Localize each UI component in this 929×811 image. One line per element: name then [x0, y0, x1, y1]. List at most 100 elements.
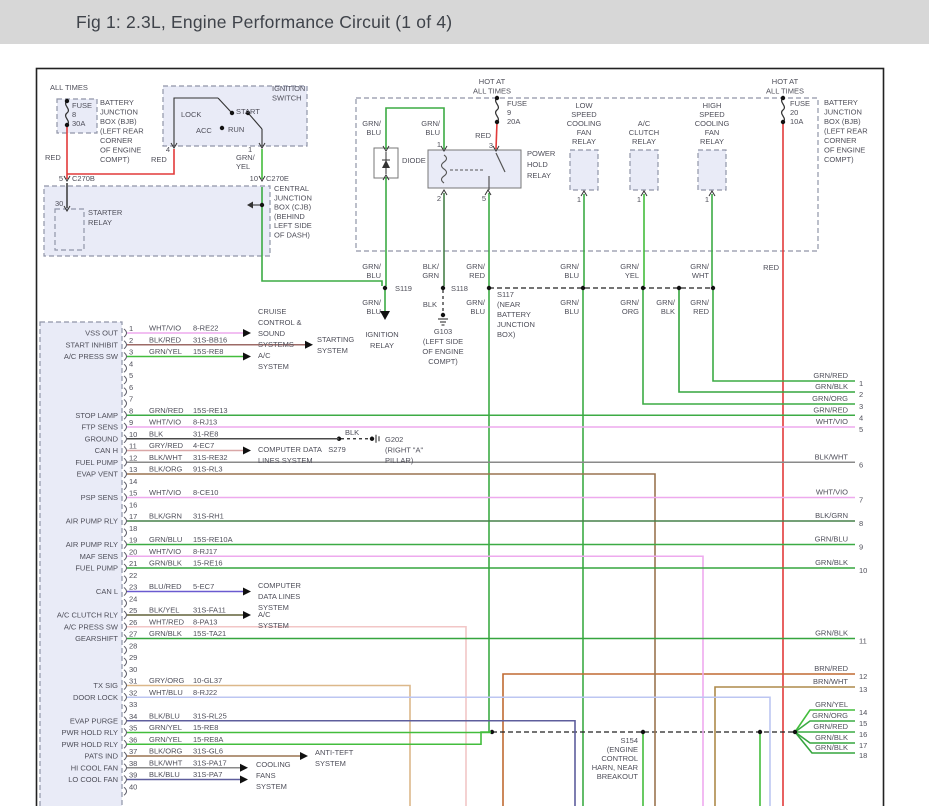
label-hot-at-1: HOT ATALL TIMES — [473, 77, 511, 96]
label-grn-blu-b583-line: GRN/ — [560, 298, 580, 307]
junction-dot — [441, 313, 445, 317]
label-ign-pin4-line: 4 — [166, 145, 170, 154]
connector-row-27: 27GEARSHIFTGRN/BLK15S-TA21 — [75, 629, 855, 643]
junction-dot — [781, 96, 785, 100]
junction-dot — [260, 203, 264, 207]
label-starter-pin30: 30 — [55, 199, 63, 208]
label-ac-system-2: A/CSYSTEM — [258, 610, 289, 630]
right-pin-color-label: GRN/RED — [813, 405, 848, 414]
pin-number: 9 — [129, 418, 133, 427]
pin-number: 26 — [129, 618, 137, 627]
label-grn-blu-b583-line: BLU — [564, 307, 579, 316]
pin-socket-icon — [124, 705, 127, 713]
label-relay-pin1: 1 — [437, 140, 441, 149]
system-arrow-icon — [243, 353, 251, 361]
label-low-pin1: 1 — [577, 195, 581, 204]
label-all-times: ALL TIMES — [50, 83, 88, 92]
wire-color-label: GRN/RED — [149, 406, 184, 415]
pin-signal-label: PSP SENS — [81, 493, 118, 502]
label-fuse20-line: 20 — [790, 108, 798, 117]
right-pin-10: GRN/BLK10 — [815, 558, 867, 575]
pin-signal-label: PWR HOLD RLY — [61, 728, 118, 737]
label-grn-red-b713-line: GRN/ — [690, 298, 710, 307]
right-pin-number: 15 — [859, 719, 867, 728]
pin-socket-icon — [124, 564, 127, 572]
connector-row-31: 31TX SIGGRY/ORG10-GL37 — [93, 676, 410, 806]
label-c270b: C270B — [72, 174, 95, 183]
label-cooling-fans: COOLINGFANSSYSTEM — [256, 760, 291, 791]
junction-dot — [230, 111, 234, 115]
label-diode-line: DIODE — [402, 156, 426, 165]
pin-signal-label: TX SIG — [93, 681, 118, 690]
pin-number: 39 — [129, 771, 137, 780]
label-c270b-pin-line: 5 — [59, 174, 63, 183]
label-g103-line: (LEFT SIDE — [423, 337, 463, 346]
pin-socket-icon — [124, 658, 127, 666]
circuit-code-label: 8-CE10 — [193, 488, 218, 497]
label-power-hold-relay: POWERHOLDRELAY — [527, 149, 556, 180]
label-s119-line: S119 — [395, 284, 412, 293]
label-ac-relay-line: CLUTCH — [629, 128, 659, 137]
pin-socket-icon — [124, 623, 127, 631]
right-pin-color-label: GRN/ORG — [812, 711, 848, 720]
label-power-hold-relay-line: HOLD — [527, 160, 548, 169]
wire-color-label: WHT/BLU — [149, 688, 183, 697]
label-s154-line: BREAKOUT — [597, 772, 639, 781]
wire — [713, 290, 855, 381]
label-g103-line: G103 — [434, 327, 452, 336]
pin-signal-label: START INHIBIT — [65, 340, 118, 349]
label-ac-system-1-line: SYSTEM — [258, 362, 289, 371]
label-grn-blk-b679-line: GRN/ — [656, 298, 676, 307]
wire-color-label: BLK/YEL — [149, 606, 179, 615]
right-pin-number: 14 — [859, 708, 867, 717]
right-pin-number: 9 — [859, 543, 863, 552]
circuit-code-label: 31S-RL25 — [193, 711, 227, 720]
circuit-code-label: 15-RE8A — [193, 735, 223, 744]
pin-socket-icon — [124, 764, 127, 772]
label-hot-at-2: HOT ATALL TIMES — [766, 77, 804, 96]
label-c270e: C270E — [266, 174, 289, 183]
label-cruise-systems: CRUISECONTROL &SOUNDSYSTEMS — [258, 307, 301, 349]
pin-number: 1 — [129, 324, 133, 333]
wire-color-label: BLK/RED — [149, 335, 182, 344]
pin-socket-icon — [124, 458, 127, 466]
label-ac-system-1-line: A/C — [258, 351, 271, 360]
label-grn-yel-a643: GRN/YEL — [620, 262, 640, 280]
label-computer-data-1-line: LINES SYSTEM — [258, 456, 313, 465]
label-s118-line: S118 — [451, 284, 468, 293]
pin-number: 35 — [129, 724, 137, 733]
junction-dot — [781, 120, 785, 124]
label-red-fuse9: RED — [475, 131, 491, 140]
right-pin-color-label: GRN/BLK — [815, 558, 848, 567]
pin-socket-icon — [124, 411, 127, 419]
label-bjb-right-line: OF ENGINE — [824, 146, 865, 155]
label-red-a785: RED — [763, 263, 779, 272]
pin-socket-icon — [124, 552, 127, 560]
pin-socket-icon — [124, 517, 127, 525]
label-s154-line: CONTROL — [601, 754, 638, 763]
pin-socket-icon — [124, 505, 127, 513]
pin-signal-label: MAF SENS — [80, 552, 118, 561]
label-fuse20: FUSE2010A — [790, 99, 810, 126]
pin-signal-label: GEARSHIFT — [75, 634, 118, 643]
label-s117-line: BATTERY — [497, 310, 531, 319]
circuit-code-label: 31S-PA17 — [193, 758, 227, 767]
right-pin-number: 17 — [859, 741, 867, 750]
pin-number: 17 — [129, 512, 137, 521]
pin-number: 18 — [129, 524, 137, 533]
pin-number: 28 — [129, 641, 137, 650]
pin-signal-label: LO COOL FAN — [68, 775, 118, 784]
label-bjb-right-line: CORNER — [824, 136, 857, 145]
pin-number: 19 — [129, 536, 137, 545]
wire-color-label: BLU/RED — [149, 582, 182, 591]
wire-color-label: GRN/BLK — [149, 629, 182, 638]
label-c270b-line: C270B — [72, 174, 95, 183]
pin-socket-icon — [124, 717, 127, 725]
label-high-relay-line: RELAY — [700, 137, 724, 146]
label-grn-wht-a713-line: GRN/ — [690, 262, 710, 271]
label-ac-relay-line: RELAY — [632, 137, 656, 146]
circuit-code-label: 31S-PA7 — [193, 770, 222, 779]
pin-socket-icon — [124, 693, 127, 701]
system-arrow-icon — [243, 447, 251, 455]
circuit-code-label: 31S-GL6 — [193, 747, 223, 756]
